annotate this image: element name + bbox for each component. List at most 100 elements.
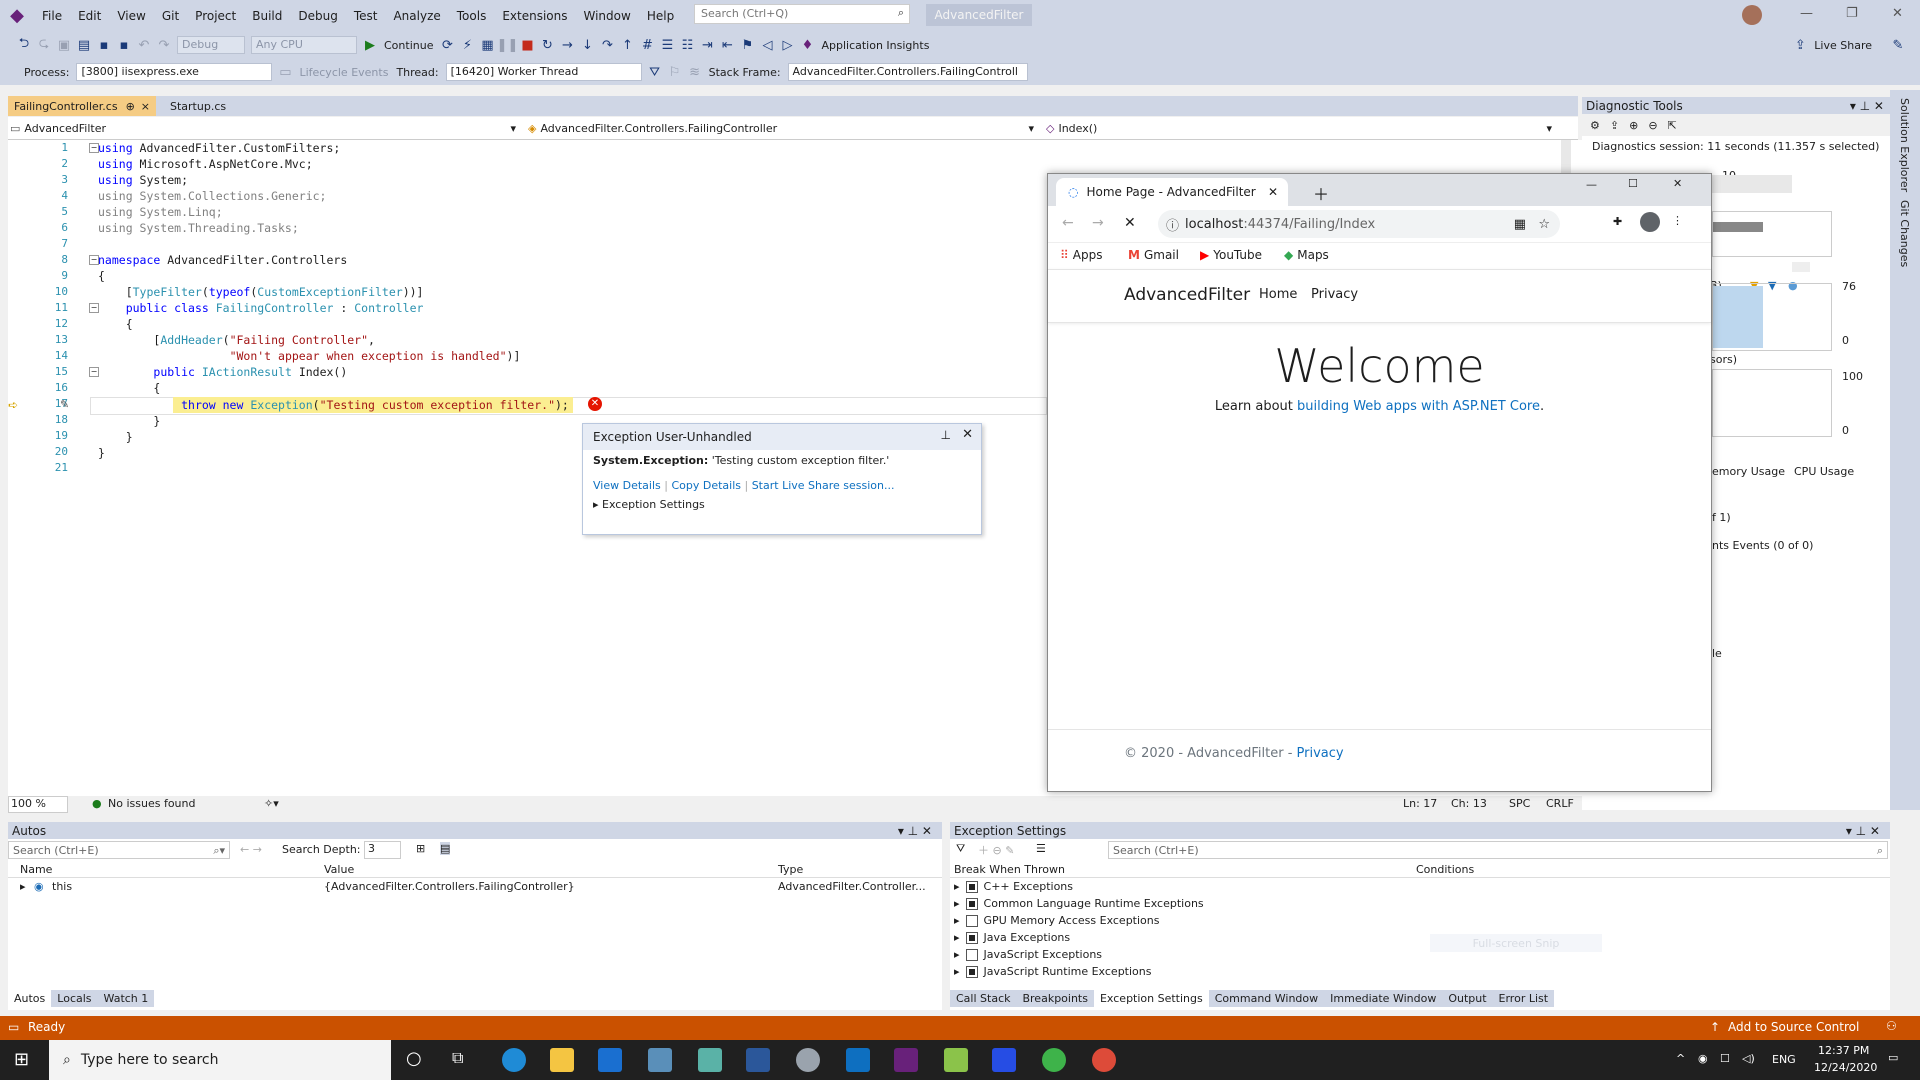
tab-command-window[interactable]: Command Window [1208, 990, 1325, 1007]
exception-search-input[interactable]: Search (Ctrl+E) ⌕ [1108, 841, 1888, 859]
pane-options-icon[interactable]: ▾ ⊥ ✕ [1850, 99, 1884, 113]
step-out-icon[interactable]: ↑ [617, 34, 637, 56]
qr-code-icon[interactable]: ▦ [1514, 217, 1526, 232]
notification-center-icon[interactable]: ▭ [1888, 1051, 1898, 1064]
menu-debug[interactable]: Debug [290, 0, 345, 31]
timeline-ruler[interactable] [1712, 175, 1792, 193]
language-indicator[interactable]: ENG [1772, 1053, 1796, 1066]
collapse-icon[interactable]: − [89, 303, 99, 313]
list-item[interactable]: ▸ GPU Memory Access Exceptions [950, 912, 1890, 929]
chrome-icon[interactable] [1092, 1048, 1116, 1072]
collapse-icon[interactable]: − [89, 255, 99, 265]
forward-icon[interactable]: → [1092, 215, 1104, 231]
col-conditions[interactable]: Conditions [1416, 863, 1474, 876]
visual-studio-icon[interactable] [894, 1048, 918, 1072]
nav-privacy-link[interactable]: Privacy [1311, 287, 1358, 302]
save-all-icon[interactable]: ▪ [114, 34, 134, 56]
tray-app-icon[interactable]: ◉ [1698, 1052, 1708, 1065]
stop-loading-icon[interactable]: ✕ [1124, 215, 1136, 231]
site-brand[interactable]: AdvancedFilter [1124, 285, 1250, 305]
more-menu-icon[interactable]: ⋮ [1672, 214, 1683, 227]
tab-exception-settings[interactable]: Exception Settings [1093, 990, 1209, 1007]
expand-arrow-icon[interactable]: ▸ [954, 914, 960, 927]
view-details-link[interactable]: View Details [593, 479, 661, 492]
bookmark-youtube[interactable]: ▶ YouTube [1200, 248, 1262, 262]
new-project-icon[interactable]: ▣ [54, 34, 74, 56]
threads-icon[interactable]: ≋ [685, 61, 705, 83]
issues-label[interactable]: No issues found [108, 797, 195, 810]
filter-icon[interactable]: ⛛ [956, 842, 965, 856]
close-icon[interactable]: ✕ [962, 427, 973, 442]
restart-icon[interactable]: ↻ [537, 34, 557, 56]
mail-icon[interactable] [598, 1048, 622, 1072]
vs-search-input[interactable]: Search (Ctrl+Q) ⌕ [694, 4, 910, 24]
pin-icon[interactable]: ⊕ [126, 100, 135, 113]
col-value[interactable]: Value [324, 863, 354, 876]
browser-link-icon[interactable]: ▦ [477, 34, 497, 56]
comment-icon[interactable]: ☰ [657, 34, 677, 56]
list-item[interactable]: ▸ Java Exceptions [950, 929, 1890, 946]
network-icon[interactable]: ☐ [1720, 1052, 1730, 1065]
break-all-icon[interactable]: ❚❚ [497, 34, 519, 56]
minimize-icon[interactable]: — [1800, 6, 1813, 21]
tab-watch-1[interactable]: Watch 1 [97, 990, 155, 1007]
col-type[interactable]: Type [778, 863, 803, 876]
search-depth-select[interactable]: 3 [364, 841, 401, 859]
error-icon[interactable]: ✕ [588, 397, 602, 411]
uncomment-icon[interactable]: ☷ [677, 34, 697, 56]
zoom-out-icon[interactable]: ⊖ [1648, 119, 1657, 132]
events-chart[interactable] [1712, 211, 1832, 257]
collapse-icon[interactable]: − [89, 367, 99, 377]
address-bar[interactable]: ⓘ localhost :44374/Failing/Index ▦ ☆ [1158, 210, 1560, 238]
add-to-source-control-button[interactable]: Add to Source Control [1728, 1020, 1859, 1034]
exception-settings-expander[interactable]: ▸ Exception Settings [583, 492, 981, 511]
maximize-icon[interactable]: ☐ [1628, 177, 1638, 190]
process-select[interactable]: [3800] iisexpress.exe [76, 63, 273, 81]
checkbox[interactable] [965, 897, 978, 910]
tray-chevron-icon[interactable]: ^ [1676, 1052, 1685, 1065]
table-row[interactable]: ▸ ◉ this {AdvancedFilter.Controllers.Fai… [8, 878, 942, 894]
open-icon[interactable]: ▤ [74, 34, 94, 56]
tab-locals[interactable]: Locals [51, 990, 98, 1007]
step-into-icon[interactable]: ↓ [577, 34, 597, 56]
list-item[interactable]: ▸ JavaScript Exceptions [950, 946, 1890, 963]
app-icon[interactable] [1042, 1048, 1066, 1072]
undo-icon[interactable]: ↶ [134, 34, 154, 56]
clock-time[interactable]: 12:37 PM [1818, 1044, 1869, 1057]
collapse-icon[interactable]: − [89, 143, 99, 153]
hex-icon[interactable]: # [637, 34, 657, 56]
prev-bookmark-icon[interactable]: ◁ [757, 34, 777, 56]
tab-cpu-usage[interactable]: CPU Usage [1794, 465, 1854, 478]
file-explorer-icon[interactable] [550, 1048, 574, 1072]
tab-breakpoints[interactable]: Breakpoints [1016, 990, 1094, 1007]
pane-options-icon[interactable]: ▾ ⊥ ✕ [898, 824, 932, 838]
clock-date[interactable]: 12/24/2020 [1814, 1061, 1877, 1074]
app-icon[interactable] [648, 1048, 672, 1072]
app-icon[interactable] [944, 1048, 968, 1072]
step-over-icon[interactable]: ↷ [597, 34, 617, 56]
bookmark-maps[interactable]: ◆ Maps [1284, 248, 1329, 262]
nav-home-link[interactable]: Home [1259, 287, 1297, 302]
profile-icon[interactable] [1640, 212, 1660, 232]
checkbox[interactable] [965, 880, 978, 893]
tab-immediate-window[interactable]: Immediate Window [1324, 990, 1443, 1007]
menu-build[interactable]: Build [244, 0, 290, 31]
class-select[interactable]: ◈ AdvancedFilter.Controllers.FailingCont… [528, 119, 1038, 137]
new-tab-icon[interactable]: ＋ [1313, 181, 1329, 205]
back-icon[interactable]: ← → [240, 843, 262, 856]
cpu-chart[interactable] [1712, 369, 1832, 437]
tab-error-list[interactable]: Error List [1492, 990, 1555, 1007]
outdent-icon[interactable]: ⇤ [717, 34, 737, 56]
menu-git[interactable]: Git [154, 0, 187, 31]
word-icon[interactable] [746, 1048, 770, 1072]
volume-icon[interactable]: ◁) [1742, 1052, 1755, 1065]
tab-startup[interactable]: Startup.cs [164, 96, 232, 116]
col-name[interactable]: Name [20, 863, 52, 876]
filter-icon[interactable]: ⛛ [645, 61, 665, 83]
menu-view[interactable]: View [109, 0, 153, 31]
refresh-icon[interactable]: ⟳ [437, 34, 457, 56]
powershell-icon[interactable] [992, 1048, 1016, 1072]
app-icon[interactable] [698, 1048, 722, 1072]
tab-autos[interactable]: Autos [8, 990, 52, 1007]
menu-project[interactable]: Project [187, 0, 244, 31]
